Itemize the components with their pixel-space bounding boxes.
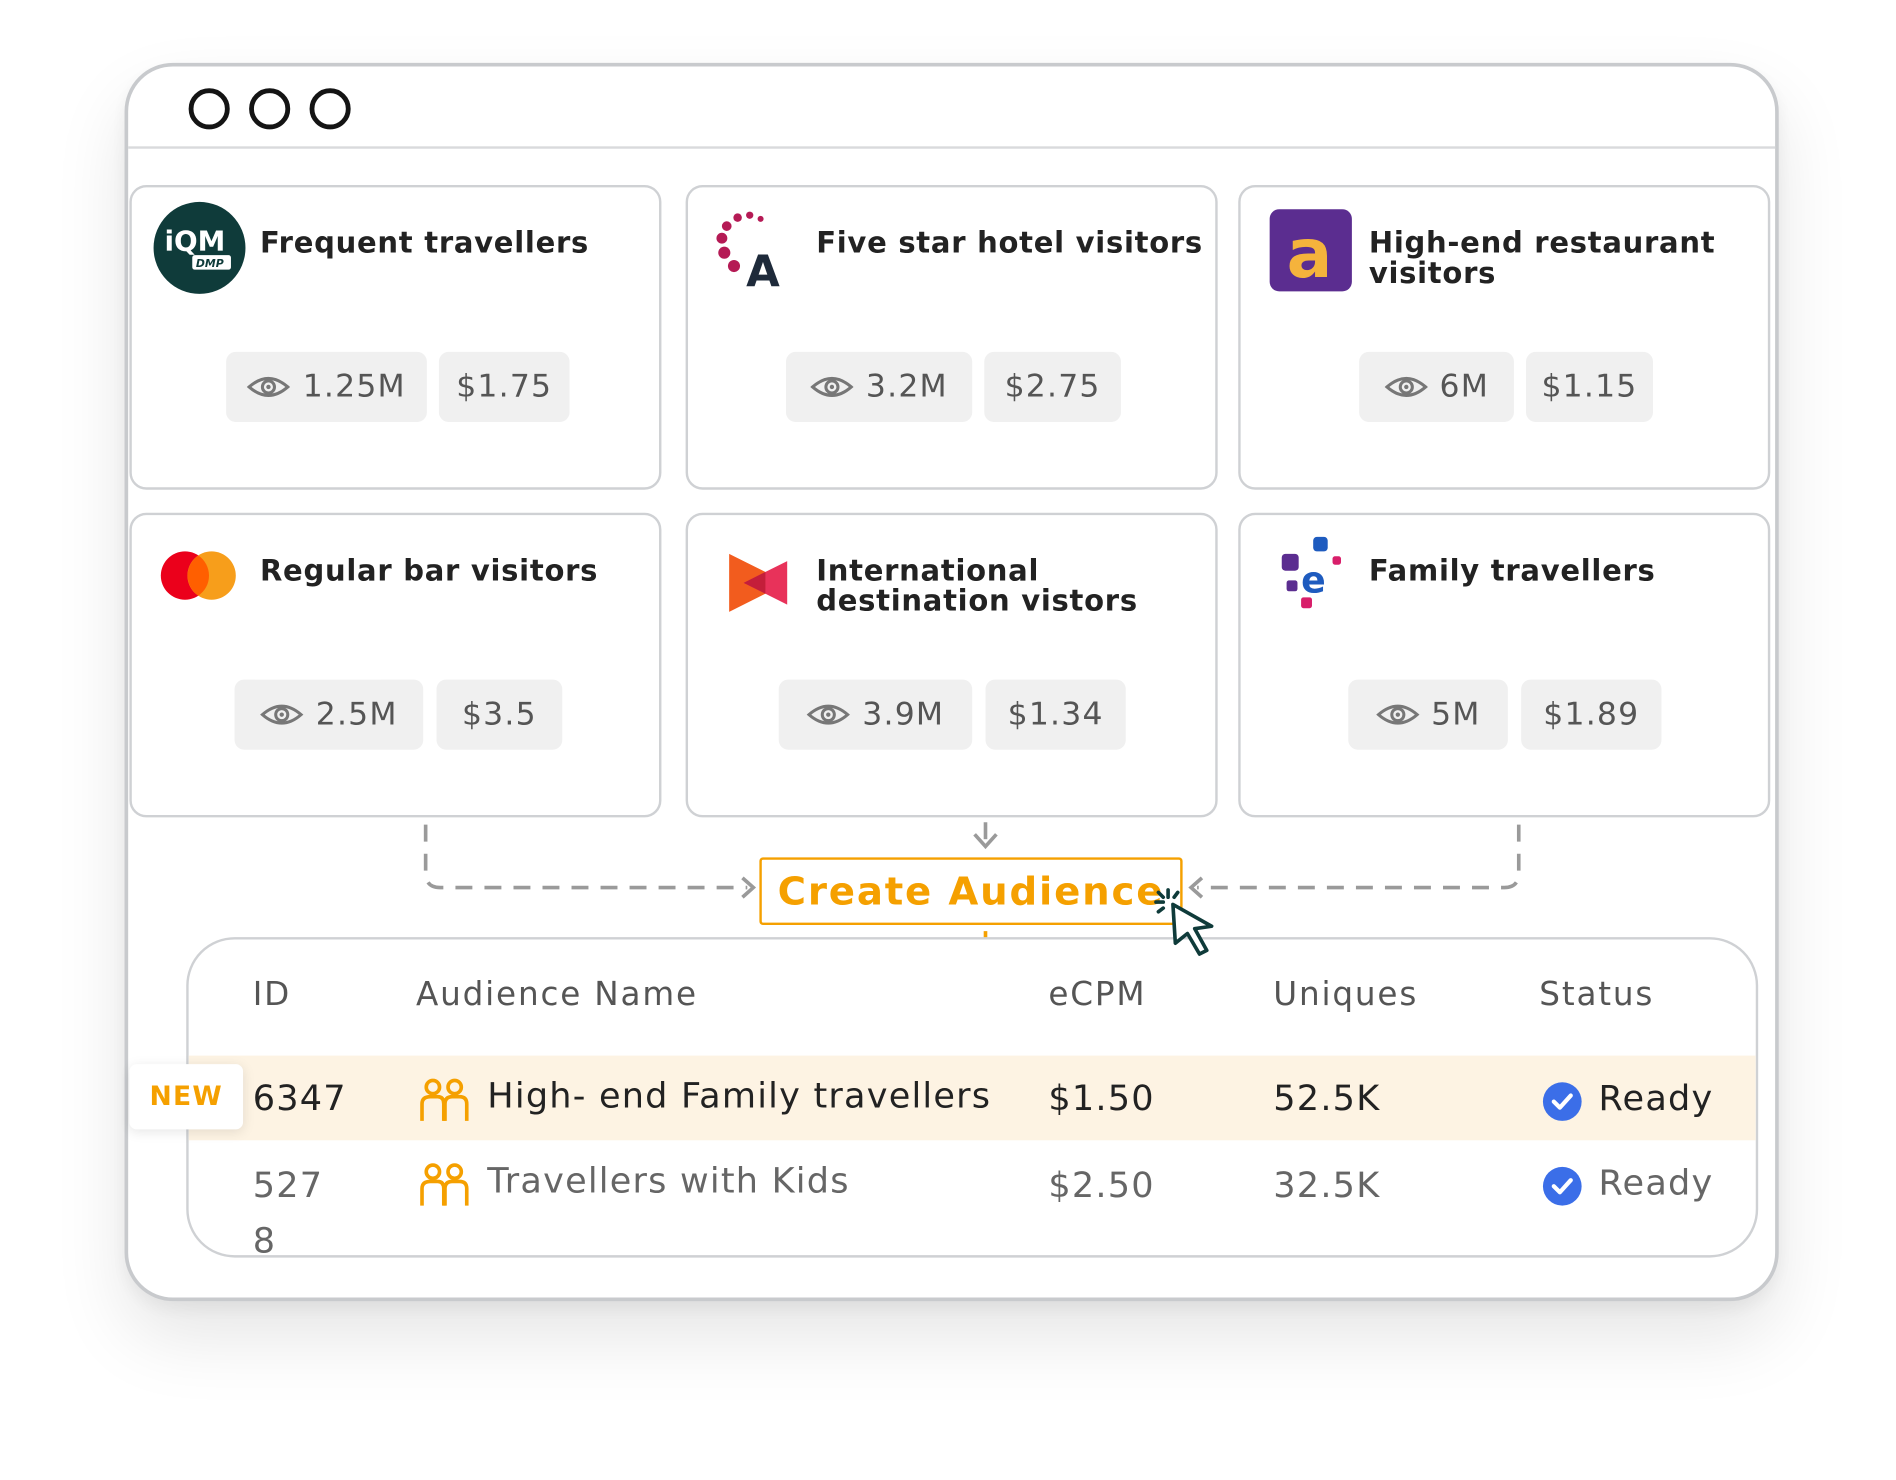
row-ecpm: $2.50 — [1048, 1164, 1155, 1206]
group-icon — [420, 1078, 469, 1121]
create-audience-button[interactable]: Create Audience — [759, 857, 1183, 926]
check-icon — [1542, 1166, 1582, 1206]
row-uniques: 52.5K — [1273, 1077, 1381, 1119]
column-header-id[interactable]: ID — [253, 976, 291, 1013]
row-audience-name: Travellers with Kids — [487, 1159, 850, 1201]
row-id: 6347 — [252, 1077, 347, 1119]
row-status: Ready — [1598, 1077, 1714, 1119]
stage: iQM DMP Frequent travellers 1.25M $1.75 — [0, 0, 1896, 1480]
new-badge: NEW — [129, 1064, 244, 1130]
row-ecpm: $1.50 — [1048, 1077, 1155, 1119]
flow-connectors — [423, 822, 1521, 1099]
check-icon — [1542, 1082, 1582, 1121]
group-icon — [420, 1163, 469, 1206]
audience-table: ID Audience Name eCPM Uniques Status 634… — [186, 937, 1759, 1258]
row-uniques: 32.5K — [1273, 1164, 1381, 1206]
row-id: 527 — [252, 1164, 324, 1206]
row-audience-name: High- end Family travellers — [487, 1074, 992, 1117]
column-header-audience-name[interactable]: Audience Name — [416, 976, 698, 1013]
column-header-status[interactable]: Status — [1539, 976, 1654, 1013]
column-header-uniques[interactable]: Uniques — [1273, 976, 1418, 1013]
row-status: Ready — [1598, 1162, 1714, 1204]
row-id-wrap: 8 — [252, 1220, 277, 1258]
column-header-ecpm[interactable]: eCPM — [1048, 976, 1146, 1013]
cursor-click-icon — [1154, 888, 1214, 956]
